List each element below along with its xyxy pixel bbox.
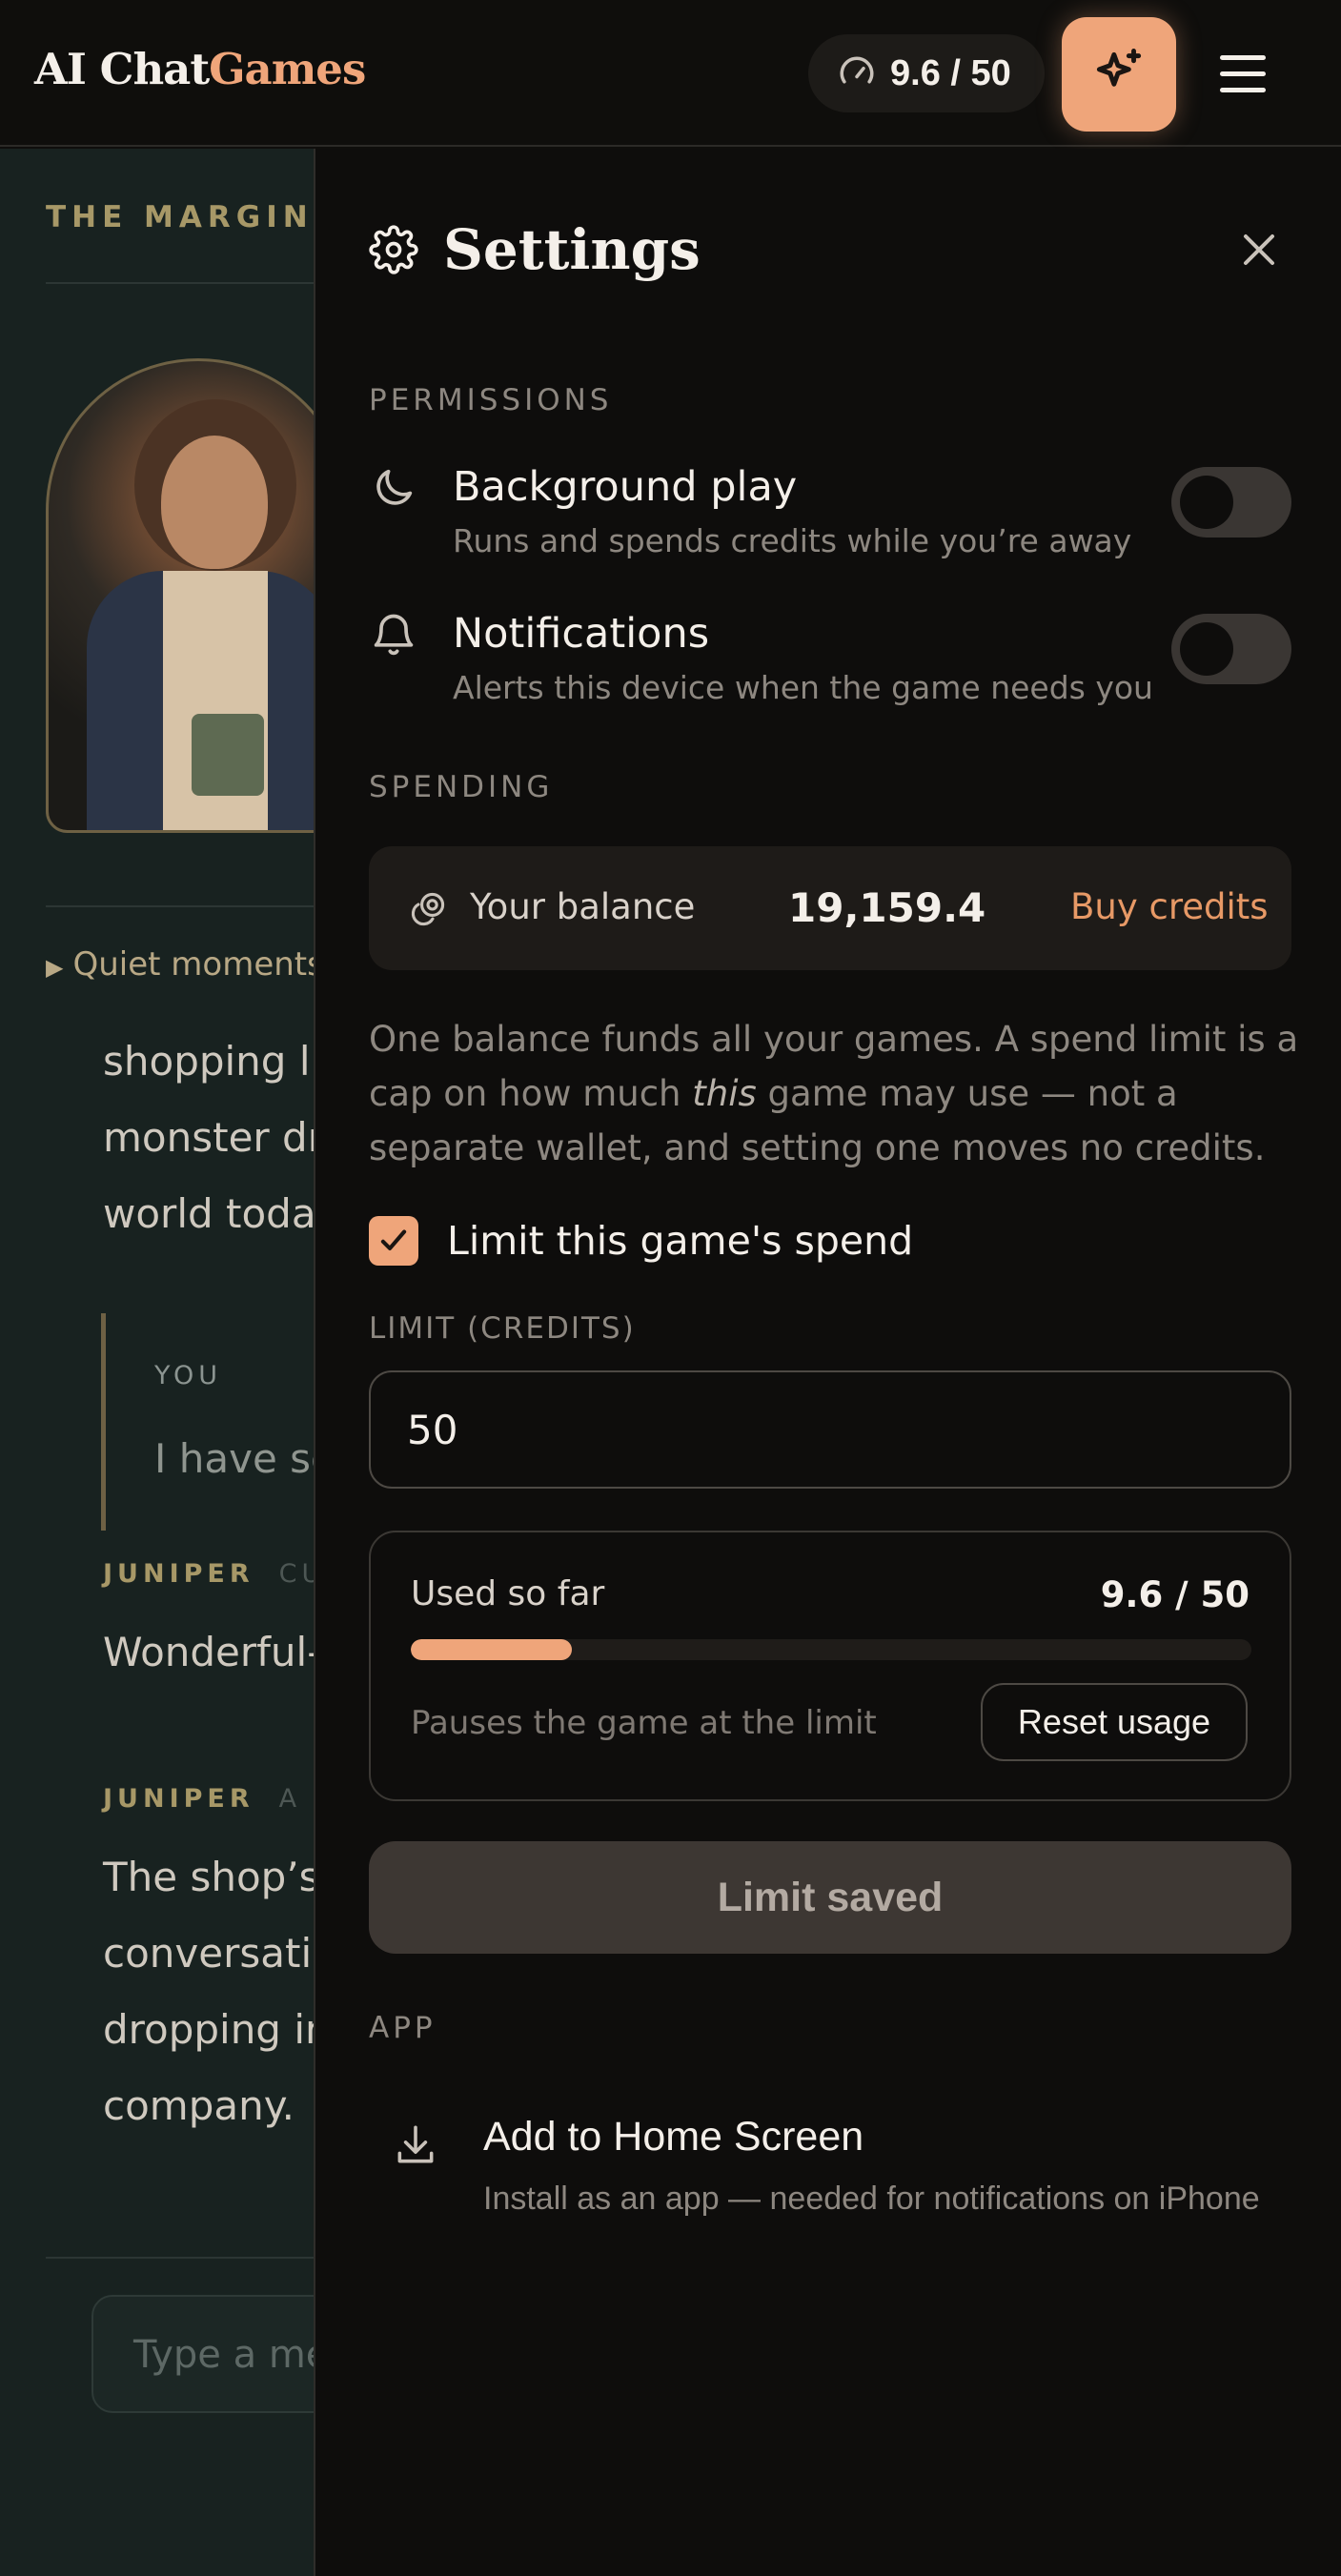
reset-usage-button[interactable]: Reset usage <box>981 1683 1248 1761</box>
quiet-moments-label: Quiet moments <box>72 945 315 984</box>
character-portrait <box>46 358 315 833</box>
usage-progress-fill <box>411 1639 573 1660</box>
add-to-home-subtitle: Install as an app — needed for notificat… <box>483 2180 1260 2217</box>
brand-logo[interactable]: AI ChatGames <box>34 44 366 94</box>
brand-primary: AI Chat <box>34 44 210 94</box>
balance-card: Your balance 19,159.4 Buy credits <box>369 846 1291 970</box>
balance-label: Your balance <box>470 886 696 927</box>
gear-icon <box>369 225 418 274</box>
limit-spend-checkbox-row[interactable]: Limit this game's spend <box>369 1216 913 1266</box>
user-message-bar <box>101 1313 106 1531</box>
credit-usage-text: 9.6 / 50 <box>890 52 1011 93</box>
usage-progress-track <box>411 1639 1251 1660</box>
close-button[interactable] <box>1236 227 1282 273</box>
moon-icon <box>376 469 413 505</box>
message-input-placeholder: Type a me <box>133 2333 315 2377</box>
background-play-row: Background play Runs and spends credits … <box>369 463 1291 568</box>
download-icon <box>397 2125 434 2163</box>
speaker-meta: CU <box>278 1559 315 1589</box>
user-message-label: YOU <box>154 1361 223 1390</box>
buy-credits-link[interactable]: Buy credits <box>1070 886 1269 927</box>
top-bar: AI ChatGames 9.6 / 50 <box>0 0 1341 147</box>
coins-icon <box>411 892 445 926</box>
speaker-name: JUNIPER <box>103 1784 254 1814</box>
background-play-toggle[interactable] <box>1171 467 1291 538</box>
portrait-face <box>161 436 268 569</box>
settings-header: Settings <box>369 217 701 282</box>
portrait-mug <box>192 714 264 796</box>
limit-spend-checkbox[interactable] <box>369 1216 418 1266</box>
limit-field-label: LIMIT (CREDITS) <box>369 1311 636 1346</box>
quiet-moments-toggle[interactable]: ▶ Quiet moments <box>46 945 315 984</box>
divider <box>46 2257 315 2259</box>
message-line: company. <box>103 2082 295 2129</box>
settings-drawer: Settings PERMISSIONS Background play Run… <box>314 149 1341 2576</box>
explanation-emphasis: this <box>692 1073 757 1114</box>
disclosure-triangle-icon: ▶ <box>46 954 64 981</box>
hamburger-menu-button[interactable] <box>1220 38 1281 109</box>
speaker-meta: A <box>278 1784 302 1814</box>
message-input[interactable]: Type a me <box>91 2295 315 2413</box>
user-message-text: I have so <box>154 1435 315 1482</box>
background-play-title: Background play <box>453 463 798 511</box>
game-page-background: THE MARGIN ▶ Quiet moments shopping li mo… <box>0 149 315 2576</box>
app-section-label: APP <box>369 2011 437 2045</box>
checkmark-icon <box>380 1229 407 1250</box>
story-line: shopping li <box>103 1038 315 1085</box>
add-to-home-title: Add to Home Screen <box>483 2114 864 2160</box>
notifications-subtitle: Alerts this device when the game needs y… <box>453 669 1153 706</box>
limit-spend-label: Limit this game's spend <box>447 1218 914 1264</box>
message-line: conversatio <box>103 1930 315 1977</box>
notifications-row: Notifications Alerts this device when th… <box>369 610 1291 715</box>
background-play-subtitle: Runs and spends credits while you’re awa… <box>453 522 1132 559</box>
brand-secondary: Games <box>209 44 366 94</box>
story-line: world today <box>103 1190 315 1237</box>
usage-value: 9.6 / 50 <box>1100 1574 1250 1615</box>
notifications-title: Notifications <box>453 610 710 658</box>
notifications-toggle[interactable] <box>1171 614 1291 684</box>
toggle-knob <box>1180 622 1233 676</box>
bell-icon <box>374 614 414 656</box>
sparkles-icon <box>1096 49 1142 87</box>
divider <box>46 905 315 907</box>
spend-limit-explanation: One balance funds all your games. A spen… <box>369 1012 1303 1175</box>
usage-label: Used so far <box>411 1574 605 1613</box>
spending-section-label: SPENDING <box>369 770 554 804</box>
menu-line <box>1220 71 1266 76</box>
usage-note: Pauses the game at the limit <box>411 1704 877 1742</box>
story-line: monster dr <box>103 1114 315 1161</box>
speaker-label: JUNIPER A <box>103 1784 301 1814</box>
usage-card: Used so far 9.6 / 50 Pauses the game at … <box>369 1531 1291 1801</box>
limit-saved-button[interactable]: Limit saved <box>369 1841 1291 1954</box>
gauge-icon <box>840 56 874 84</box>
message-line: Wonderful- <box>103 1629 315 1675</box>
divider <box>46 282 315 284</box>
sparkle-button[interactable] <box>1062 17 1176 132</box>
limit-credits-input[interactable] <box>369 1370 1291 1489</box>
speaker-name: JUNIPER <box>103 1559 254 1589</box>
balance-value: 19,159.4 <box>788 884 986 931</box>
settings-title: Settings <box>443 217 701 282</box>
credit-usage-pill[interactable]: 9.6 / 50 <box>808 34 1045 112</box>
menu-line <box>1220 87 1266 92</box>
permissions-section-label: PERMISSIONS <box>369 383 613 417</box>
message-line: dropping in <box>103 2006 315 2053</box>
menu-line <box>1220 54 1266 60</box>
message-line: The shop’s <box>103 1854 315 1900</box>
game-title: THE MARGIN <box>46 200 314 234</box>
speaker-label: JUNIPER CU <box>103 1559 315 1589</box>
toggle-knob <box>1180 476 1233 529</box>
close-icon <box>1244 234 1274 265</box>
